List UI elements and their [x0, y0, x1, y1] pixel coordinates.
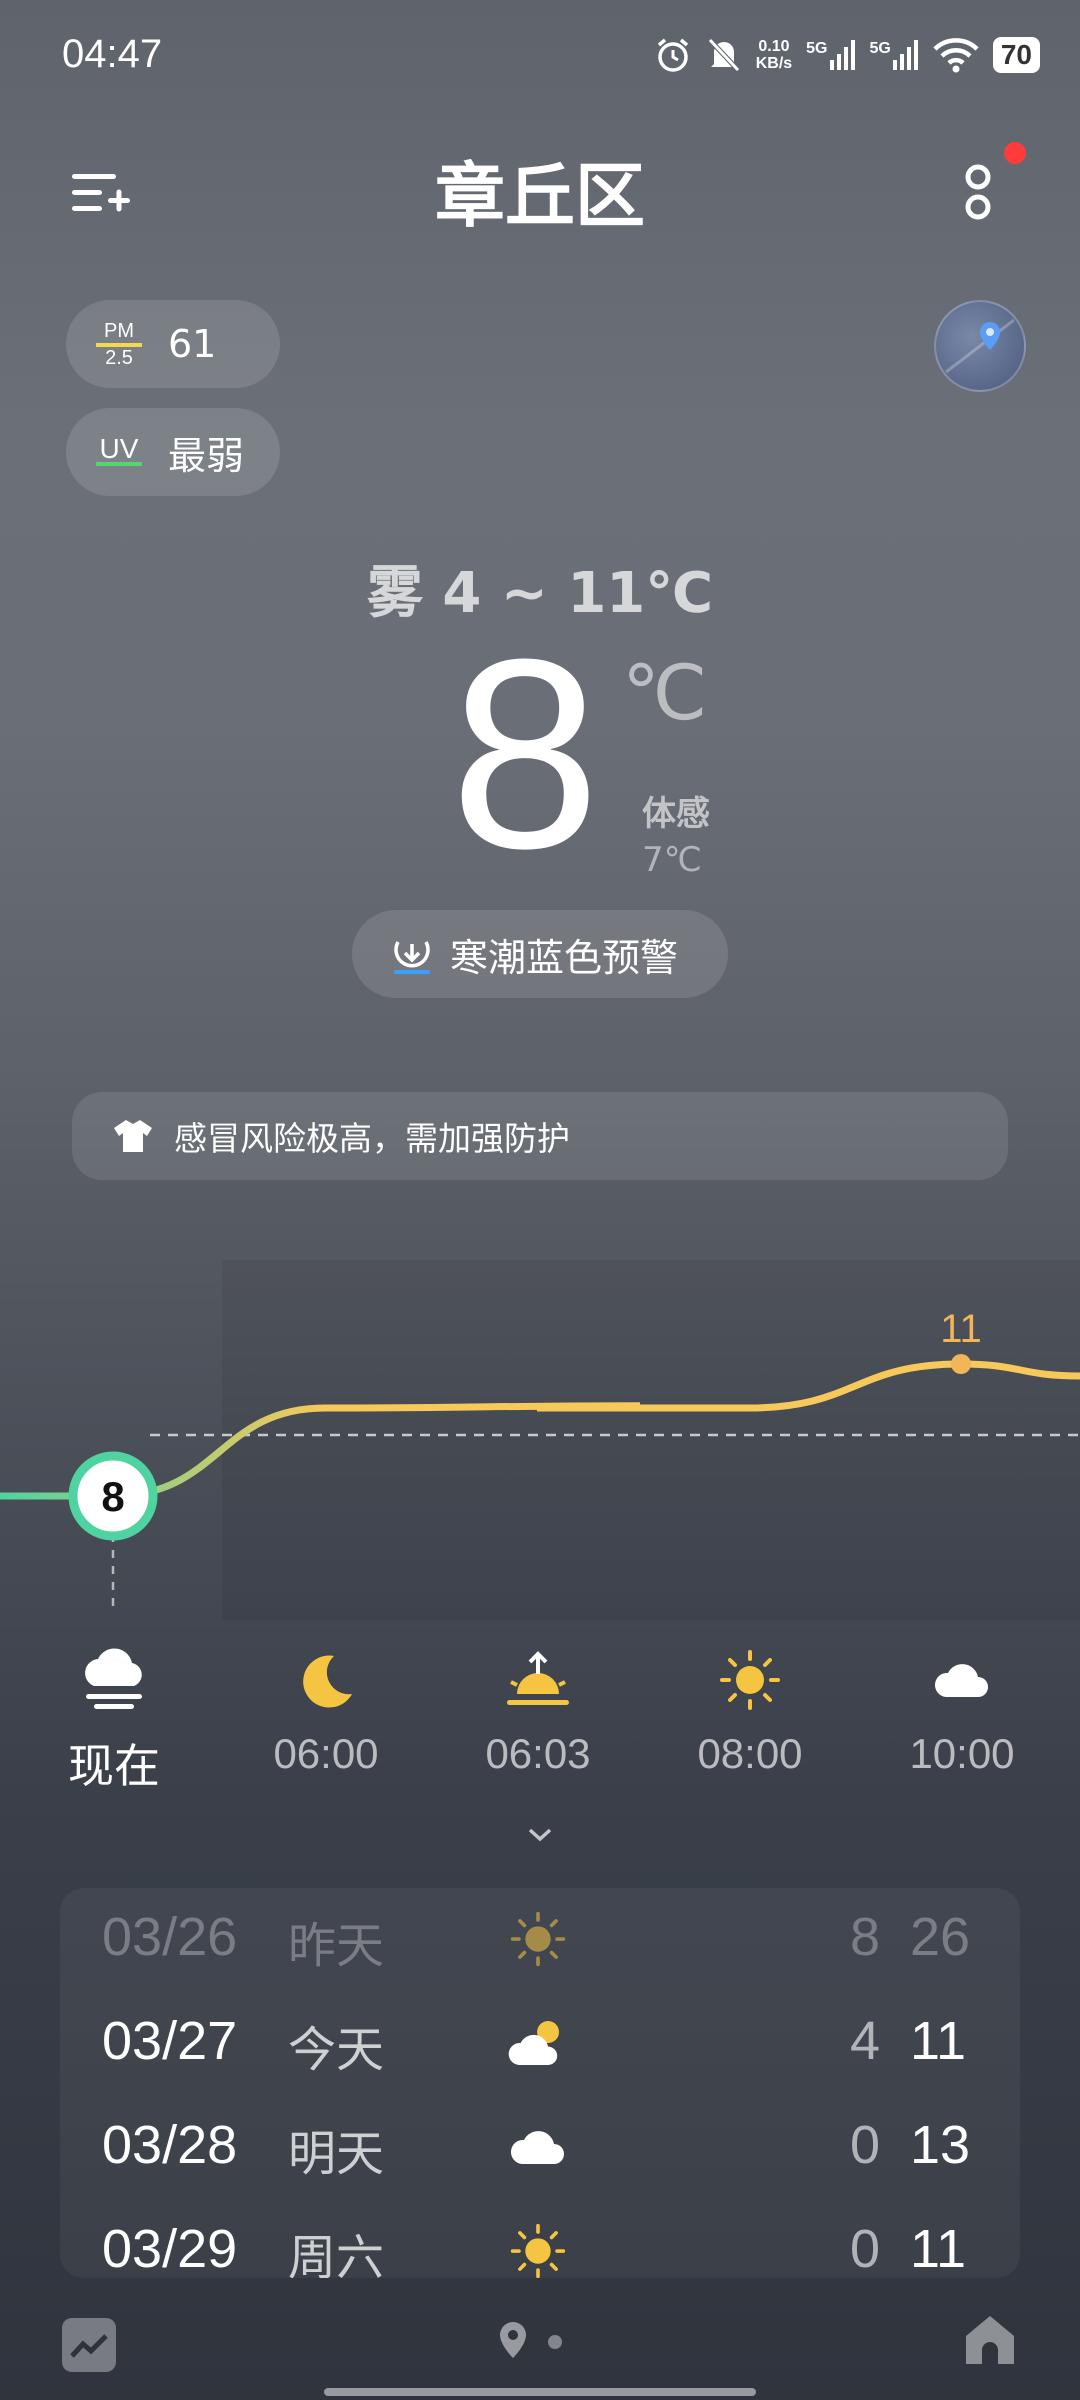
signal-sim1: 5G — [806, 40, 855, 70]
daily-row[interactable]: 03/29 周六 0 11 — [60, 2200, 1020, 2278]
hourly-time: 06:00 — [273, 1730, 379, 1777]
page-dot — [548, 2335, 562, 2349]
daily-high: 13 — [910, 2115, 971, 2175]
partly-cloudy-icon — [506, 2014, 576, 2074]
expand-chevron-icon[interactable] — [520, 1820, 560, 1850]
fog-cloud-icon — [34, 1640, 194, 1720]
more-options-button[interactable] — [958, 155, 998, 235]
daily-forecast-list: 03/26 昨天 8 26 03/27 今天 4 11 03/28 明天 0 13 03/29 周六 0 11 — [60, 1888, 1020, 2278]
trend-icon — [70, 2334, 108, 2358]
hourly-item: 08:00 — [670, 1640, 830, 1778]
pm25-pill[interactable]: PM 2.5 61 — [66, 300, 280, 388]
map-button[interactable] — [934, 300, 1026, 392]
shirt-icon — [114, 1120, 152, 1152]
notification-dot — [1004, 142, 1026, 164]
alert-text: 寒潮蓝色预警 — [450, 935, 679, 980]
sun-icon — [670, 1640, 830, 1720]
moon-icon — [246, 1640, 406, 1720]
daily-high: 26 — [910, 1907, 971, 1967]
daily-low: 0 — [849, 2115, 880, 2175]
hourly-item: 10:00 — [882, 1640, 1042, 1778]
mute-bell-icon — [707, 38, 740, 72]
daily-high: 11 — [910, 2219, 967, 2278]
daily-date: 03/26 — [102, 1907, 238, 1967]
hourly-temperature-chart: 11 8 — [0, 1260, 1080, 1620]
signal-bars-icon — [892, 40, 918, 70]
feels-like-value: 7℃ — [642, 840, 702, 880]
city-title: 章丘区 — [435, 155, 645, 237]
current-temperature: 8 — [450, 604, 601, 905]
daily-day: 昨天 — [288, 1918, 385, 1974]
daily-date: 03/27 — [102, 2011, 238, 2071]
location-pin-icon — [500, 2322, 526, 2358]
home-button[interactable] — [960, 2310, 1020, 2370]
daily-day: 今天 — [288, 2022, 385, 2078]
status-time: 04:47 — [62, 32, 163, 76]
daily-date: 03/29 — [102, 2219, 238, 2278]
hourly-time: 08:00 — [697, 1730, 803, 1777]
daily-day: 明天 — [288, 2126, 385, 2182]
sunrise-icon — [458, 1640, 618, 1720]
daily-row[interactable]: 03/27 今天 4 11 — [60, 1992, 1020, 2092]
max-temp-label: 11 — [940, 1307, 982, 1351]
daily-day: 周六 — [288, 2230, 385, 2278]
signal-sim2: 5G — [870, 40, 919, 70]
hourly-item: 现在 — [34, 1640, 194, 1796]
hourly-item: 06:03 — [458, 1640, 618, 1778]
cold-wave-alert-button[interactable]: 寒潮蓝色预警 — [352, 910, 728, 998]
uv-value: 最弱 — [168, 433, 245, 478]
signal-bars-icon — [829, 40, 855, 70]
daily-row[interactable]: 03/26 昨天 8 26 — [60, 1888, 1020, 1988]
uv-label: UV — [96, 435, 142, 466]
uv-pill[interactable]: UV 最弱 — [66, 408, 280, 496]
max-temp-point — [951, 1354, 971, 1374]
hourly-time: 10:00 — [909, 1730, 1015, 1777]
current-temp-marker-label: 8 — [101, 1473, 124, 1520]
daily-low: 4 — [849, 2011, 880, 2071]
pm25-label: PM 2.5 — [96, 320, 142, 369]
cold-wave-icon — [394, 941, 430, 974]
pm25-value: 61 — [168, 322, 217, 366]
daily-high: 11 — [910, 2011, 967, 2071]
cloud-icon — [882, 1640, 1042, 1720]
trend-chart-button[interactable] — [62, 2318, 116, 2372]
sun-icon — [506, 1910, 576, 1970]
map-pin-icon — [945, 318, 1015, 374]
sun-icon — [506, 2222, 576, 2278]
wifi-icon — [933, 38, 979, 73]
daily-date: 03/28 — [102, 2115, 238, 2175]
hourly-time: 现在 — [68, 1740, 160, 1792]
net-speed: 0.10 KB/s — [755, 38, 793, 72]
flu-advice-card[interactable]: 感冒风险极高，需加强防护 — [72, 1092, 1008, 1180]
daily-low: 8 — [849, 1907, 880, 1967]
advice-text: 感冒风险极高，需加强防护 — [174, 1119, 570, 1158]
cloud-icon — [506, 2118, 576, 2178]
hourly-item: 06:00 — [246, 1640, 406, 1778]
alarm-icon — [657, 38, 688, 72]
feels-like-label: 体感 — [642, 794, 710, 834]
gesture-home-indicator[interactable] — [324, 2388, 756, 2396]
status-icons: 0.10 KB/s 5G 5G 70 — [654, 30, 1040, 80]
daily-row[interactable]: 03/28 明天 0 13 — [60, 2096, 1020, 2196]
daily-low: 0 — [849, 2219, 880, 2278]
hourly-time: 06:03 — [485, 1730, 591, 1777]
temperature-unit: ℃ — [622, 648, 708, 737]
battery-indicator: 70 — [992, 37, 1040, 73]
